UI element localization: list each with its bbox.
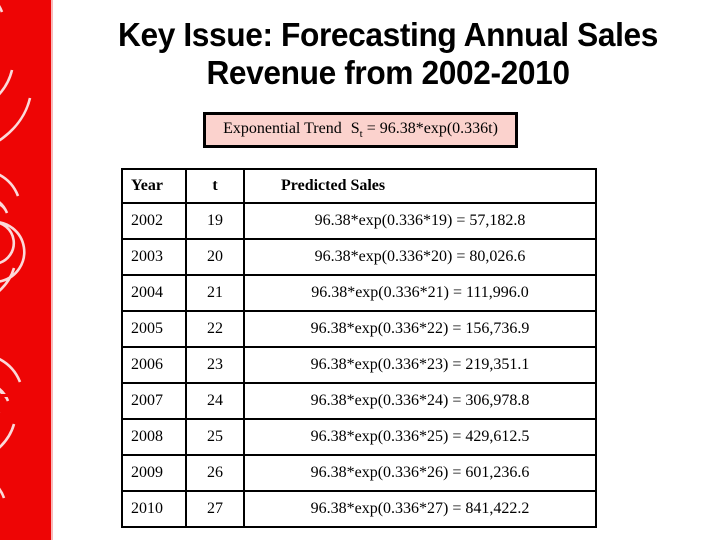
- page-title-line-1: Key Issue: Forecasting Annual Sales: [118, 16, 658, 53]
- cell-year: 2010: [121, 490, 187, 528]
- cell-predicted-sales: 96.38*exp(0.336*26) = 601,236.6: [243, 454, 597, 492]
- spiral-decoration-icon: [0, 5, 32, 499]
- predicted-sales-table: Year t Predicted Sales 2002 19 96.38*exp…: [121, 168, 597, 528]
- cell-year: 2005: [121, 310, 187, 348]
- cell-t: 27: [185, 490, 245, 528]
- cell-predicted-sales: 96.38*exp(0.336*23) = 219,351.1: [243, 346, 597, 384]
- formula-text: Exponential Trend St = 96.38*exp(0.336t): [223, 120, 498, 140]
- column-header-year: Year: [121, 168, 187, 204]
- slide-canvas: Key Issue: Forecasting Annual Sales Reve…: [0, 0, 720, 540]
- cell-t: 25: [185, 418, 245, 456]
- column-header-predicted-sales: Predicted Sales: [243, 168, 597, 204]
- cell-t: 23: [185, 346, 245, 384]
- cell-year: 2002: [121, 202, 187, 240]
- cell-predicted-sales: 96.38*exp(0.336*25) = 429,612.5: [243, 418, 597, 456]
- cell-predicted-sales: 96.38*exp(0.336*19) = 57,182.8: [243, 202, 597, 240]
- table-row: 2007 24 96.38*exp(0.336*24) = 306,978.8: [121, 382, 597, 420]
- cell-year: 2004: [121, 274, 187, 312]
- formula-label: Exponential Trend: [223, 119, 342, 137]
- table-row: 2002 19 96.38*exp(0.336*19) = 57,182.8: [121, 202, 597, 240]
- red-dash-mark: [0, 394, 11, 397]
- column-header-t: t: [185, 168, 245, 204]
- table-header-row: Year t Predicted Sales: [121, 168, 597, 204]
- table-body: 2002 19 96.38*exp(0.336*19) = 57,182.8 2…: [121, 202, 597, 528]
- cell-t: 22: [185, 310, 245, 348]
- cell-year: 2003: [121, 238, 187, 276]
- cell-year: 2006: [121, 346, 187, 384]
- cell-t: 19: [185, 202, 245, 240]
- formula-symbol: S: [350, 119, 360, 137]
- table-row: 2005 22 96.38*exp(0.336*22) = 156,736.9: [121, 310, 597, 348]
- cell-year: 2008: [121, 418, 187, 456]
- cell-t: 21: [185, 274, 245, 312]
- formula-equation: = 96.38*exp(0.336t): [366, 119, 498, 137]
- cell-predicted-sales: 96.38*exp(0.336*22) = 156,736.9: [243, 310, 597, 348]
- cell-predicted-sales: 96.38*exp(0.336*27) = 841,422.2: [243, 490, 597, 528]
- table-row: 2004 21 96.38*exp(0.336*21) = 111,996.0: [121, 274, 597, 312]
- cell-t: 20: [185, 238, 245, 276]
- table-row: 2009 26 96.38*exp(0.336*26) = 601,236.6: [121, 454, 597, 492]
- page-title: Key Issue: Forecasting Annual Sales Reve…: [69, 16, 706, 92]
- formula-callout-box: Exponential Trend St = 96.38*exp(0.336t): [203, 112, 518, 148]
- cell-year: 2007: [121, 382, 187, 420]
- table-row: 2010 27 96.38*exp(0.336*27) = 841,422.2: [121, 490, 597, 528]
- red-spiral-band: [0, 0, 53, 540]
- cell-year: 2009: [121, 454, 187, 492]
- formula-subscript: t: [359, 128, 363, 141]
- table-row: 2003 20 96.38*exp(0.336*20) = 80,026.6: [121, 238, 597, 276]
- cell-predicted-sales: 96.38*exp(0.336*21) = 111,996.0: [243, 274, 597, 312]
- table-row: 2006 23 96.38*exp(0.336*23) = 219,351.1: [121, 346, 597, 384]
- cell-t: 26: [185, 454, 245, 492]
- page-title-line-2: Revenue from 2002-2010: [206, 54, 570, 91]
- cell-predicted-sales: 96.38*exp(0.336*20) = 80,026.6: [243, 238, 597, 276]
- cell-predicted-sales: 96.38*exp(0.336*24) = 306,978.8: [243, 382, 597, 420]
- sidebar-edge-line: [51, 0, 53, 540]
- table-row: 2008 25 96.38*exp(0.336*25) = 429,612.5: [121, 418, 597, 456]
- cell-t: 24: [185, 382, 245, 420]
